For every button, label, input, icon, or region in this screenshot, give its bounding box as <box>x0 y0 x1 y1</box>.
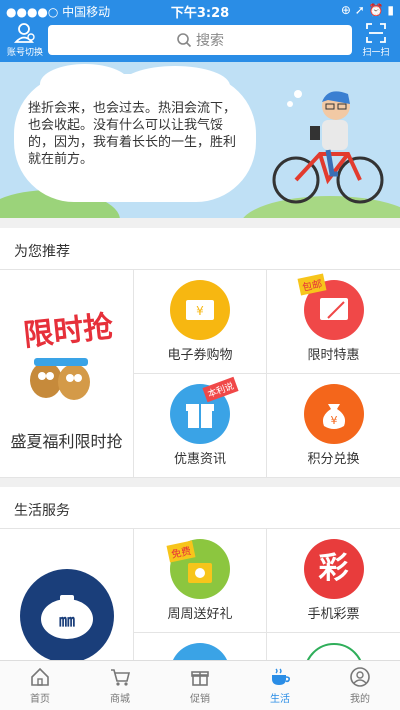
money-bag-icon: ¥ <box>303 384 364 444</box>
cart-icon <box>111 669 131 686</box>
life-item-partial[interactable] <box>267 633 400 660</box>
user-switch-icon <box>14 23 35 43</box>
search-icon <box>177 33 192 48</box>
limited-deal-item[interactable]: 包邮 限时特惠 <box>267 270 400 374</box>
life-item-partial[interactable] <box>134 633 267 660</box>
tab-home[interactable]: 首页 <box>0 661 80 710</box>
svg-text:㎜: ㎜ <box>59 611 75 630</box>
points-exchange-item[interactable]: ¥ 积分兑换 <box>267 374 400 478</box>
flash-sale-card[interactable]: 限时抢 盛夏福利限时抢 <box>0 270 134 478</box>
lottery-icon: 彩 <box>303 539 364 599</box>
gift-icon <box>191 671 209 686</box>
bank-service-card[interactable]: ㎜ <box>0 529 134 660</box>
tab-mall-label: 商城 <box>110 694 130 705</box>
scan-label: 扫一扫 <box>362 48 390 58</box>
weekly-gift-label: 周周送好礼 <box>167 607 233 622</box>
section-life-title: 生活服务 <box>0 487 400 529</box>
tab-life-label: 生活 <box>270 694 290 705</box>
tab-bar: 首页 商城 促销 生活 我的 <box>0 660 400 710</box>
flash-sale-badge-text: 限时抢 <box>21 309 115 354</box>
tab-life[interactable]: 生活 <box>240 661 320 710</box>
points-exchange-label: 积分兑换 <box>307 452 360 467</box>
svg-text:¥: ¥ <box>330 414 337 427</box>
tab-promo-label: 促销 <box>190 694 210 705</box>
status-bar: ●●●●○ 中国移动 下午3:28 ⊕ ➚ ⏰ ▮ <box>0 0 400 21</box>
svg-text:¥: ¥ <box>196 304 204 318</box>
banner[interactable]: 挫折会来，也会过去。热泪会流下，也会收起。没有什么可以让我气馁的，因为，我有着长… <box>0 62 400 218</box>
cup-icon <box>272 668 290 685</box>
status-icons: ⊕ ➚ ⏰ ▮ <box>340 3 394 17</box>
recommend-grid: 限时抢 盛夏福利限时抢 ¥ 电子券购物 包邮 限时特惠 本利说 优惠资讯 ¥ 积… <box>0 270 400 478</box>
lottery-glyph: 彩 <box>318 551 349 586</box>
tab-mine-label: 我的 <box>350 694 370 705</box>
mobile-lottery-label: 手机彩票 <box>307 607 360 622</box>
tab-home-label: 首页 <box>30 694 50 705</box>
user-icon <box>350 667 370 687</box>
promo-news-label: 优惠资讯 <box>173 452 226 467</box>
limited-deal-label: 限时特惠 <box>307 348 360 363</box>
search-placeholder: 搜索 <box>196 33 224 49</box>
life-grid: ㎜ 免费 周周送好礼 彩 手机彩票 <box>0 529 400 660</box>
service-icon <box>303 643 364 660</box>
coupon-icon: ¥ <box>170 280 230 340</box>
ecoupon-label: 电子券购物 <box>167 348 233 363</box>
account-switch-label: 账号切换 <box>6 48 43 58</box>
search-input[interactable]: 搜索 <box>48 25 352 55</box>
banner-quote: 挫折会来，也会过去。热泪会流下，也会收起。没有什么可以让我气馁的，因为，我有着长… <box>28 101 237 167</box>
piggy-bank-icon: ㎜ <box>20 569 114 660</box>
home-icon <box>31 667 49 686</box>
flash-sale-label: 盛夏福利限时抢 <box>10 432 123 451</box>
tab-promo[interactable]: 促销 <box>160 661 240 710</box>
weekly-gift-item[interactable]: 免费 周周送好礼 <box>134 529 267 633</box>
cloud-bump <box>40 64 130 104</box>
account-switch-button[interactable]: 账号切换 <box>4 22 46 58</box>
tab-mall[interactable]: 商城 <box>80 661 160 710</box>
scan-button[interactable]: 扫一扫 <box>358 22 394 58</box>
header: 账号切换 搜索 扫一扫 <box>0 20 400 62</box>
section-recommend-title: 为您推荐 <box>0 228 400 270</box>
mascot-icon <box>30 358 90 400</box>
promo-news-item[interactable]: 本利说 优惠资讯 <box>134 374 267 478</box>
cyclist-illustration <box>272 90 384 204</box>
tab-mine[interactable]: 我的 <box>320 661 400 710</box>
service-icon <box>170 643 230 660</box>
ecoupon-shopping-item[interactable]: ¥ 电子券购物 <box>134 270 267 374</box>
scan-icon <box>366 23 386 43</box>
mobile-lottery-item[interactable]: 彩 手机彩票 <box>267 529 400 633</box>
